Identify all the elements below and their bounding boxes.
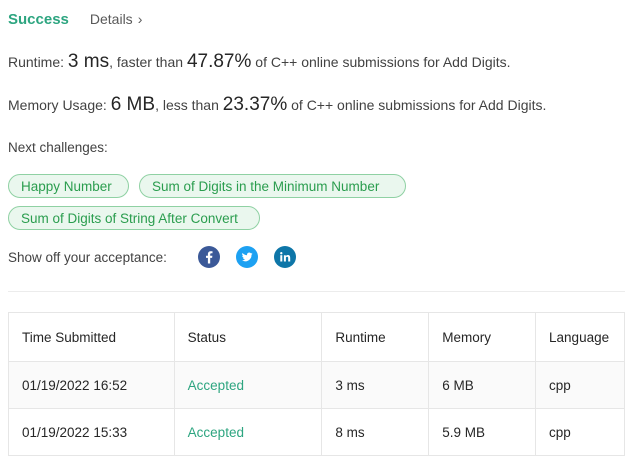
- runtime-suffix: of C++ online submissions for Add Digits…: [255, 54, 511, 70]
- runtime-percent: 47.87%: [186, 51, 252, 72]
- linkedin-icon[interactable]: [274, 246, 296, 268]
- header-time-submitted[interactable]: Time Submitted: [8, 312, 175, 362]
- header-language[interactable]: Language: [535, 312, 625, 362]
- table-header-row: Time Submitted Status Runtime Memory Lan…: [8, 312, 625, 362]
- submission-result-panel: Success Details › Runtime: 3 ms, faster …: [0, 0, 635, 464]
- table-row: 01/19/2022 16:52 Accepted 3 ms 6 MB cpp: [8, 361, 625, 409]
- cell-time: 01/19/2022 16:52: [8, 361, 175, 409]
- runtime-label: Runtime:: [8, 54, 65, 70]
- share-label: Show off your acceptance:: [8, 250, 167, 265]
- memory-percent: 23.37%: [222, 94, 288, 115]
- cell-language: cpp: [535, 408, 625, 456]
- result-status-title: Success: [8, 10, 69, 28]
- facebook-icon[interactable]: [198, 246, 220, 268]
- memory-suffix: of C++ online submissions for Add Digits…: [291, 97, 547, 113]
- memory-comparison: , less than: [155, 97, 219, 113]
- details-label: Details: [89, 11, 133, 27]
- details-link[interactable]: Details ›: [90, 11, 142, 27]
- table-row: 01/19/2022 15:33 Accepted 8 ms 5.9 MB cp…: [8, 408, 625, 456]
- challenge-tag-happy-number[interactable]: Happy Number: [8, 174, 129, 198]
- challenge-tag-sum-of-digits-string[interactable]: Sum of Digits of String After Convert: [8, 206, 260, 230]
- cell-time: 01/19/2022 15:33: [8, 408, 175, 456]
- cell-status-link[interactable]: Accepted: [173, 361, 323, 409]
- chevron-right-icon: ›: [137, 11, 143, 27]
- memory-stat: Memory Usage: 6 MB, less than 23.37% of …: [8, 94, 546, 116]
- memory-label: Memory Usage:: [8, 97, 107, 113]
- result-header: Success Details ›: [8, 9, 142, 29]
- runtime-stat: Runtime: 3 ms, faster than 47.87% of C++…: [8, 51, 511, 73]
- cell-memory: 5.9 MB: [428, 408, 537, 456]
- header-runtime[interactable]: Runtime: [321, 312, 430, 362]
- runtime-comparison: , faster than: [109, 54, 184, 70]
- memory-value: 6 MB: [110, 94, 156, 115]
- challenge-tag-sum-of-digits-minimum[interactable]: Sum of Digits in the Minimum Number: [139, 174, 406, 198]
- next-challenges-label: Next challenges:: [8, 140, 108, 155]
- submissions-table: Time Submitted Status Runtime Memory Lan…: [8, 312, 625, 456]
- cell-status-link[interactable]: Accepted: [173, 408, 323, 456]
- runtime-value: 3 ms: [67, 51, 110, 72]
- cell-runtime: 3 ms: [321, 361, 430, 409]
- header-memory[interactable]: Memory: [428, 312, 537, 362]
- cell-language: cpp: [535, 361, 625, 409]
- cell-memory: 6 MB: [428, 361, 537, 409]
- header-status[interactable]: Status: [173, 312, 323, 362]
- cell-runtime: 8 ms: [321, 408, 430, 456]
- section-divider: [8, 291, 625, 292]
- twitter-icon[interactable]: [236, 246, 258, 268]
